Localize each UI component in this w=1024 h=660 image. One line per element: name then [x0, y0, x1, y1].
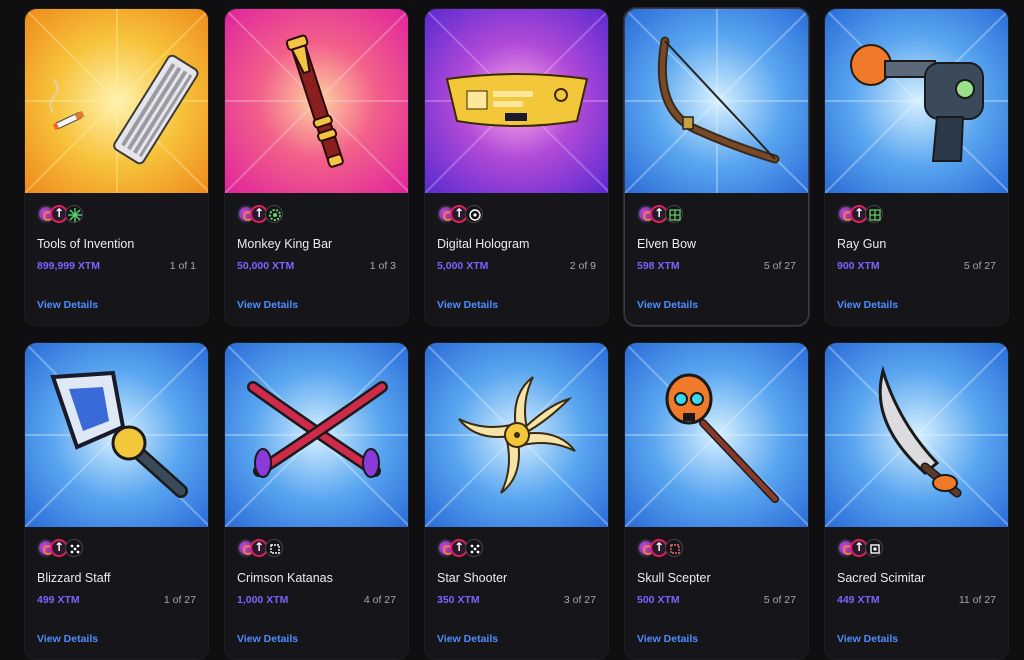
grid-icon [865, 205, 883, 223]
view-details-link[interactable]: View Details [37, 633, 98, 645]
item-artwork[interactable] [25, 343, 208, 527]
badge-row [437, 205, 497, 225]
item-price: 899,999 XTM [37, 260, 101, 272]
item-price: 449 XTM [837, 594, 880, 606]
item-card[interactable]: Skull Scepter 500 XTM 5 of 27 View Detai… [624, 342, 809, 660]
badge-row [37, 539, 97, 559]
badge-row [237, 539, 297, 559]
item-name: Monkey King Bar [237, 237, 333, 251]
item-artwork[interactable] [825, 9, 1008, 193]
view-details-link[interactable]: View Details [637, 633, 698, 645]
edition-count: 5 of 27 [963, 260, 996, 272]
item-price: 1,000 XTM [237, 594, 289, 606]
square-icon [865, 539, 883, 557]
item-card[interactable]: Star Shooter 350 XTM 3 of 27 View Detail… [424, 342, 609, 660]
item-card[interactable]: Elven Bow 598 XTM 5 of 27 View Details [624, 8, 809, 326]
badge-row [837, 539, 897, 559]
item-name: Sacred Scimitar [837, 571, 926, 585]
item-name: Star Shooter [437, 571, 508, 585]
edition-count: 1 of 27 [163, 594, 196, 606]
badge-row [637, 539, 697, 559]
item-card[interactable]: Crimson Katanas 1,000 XTM 4 of 27 View D… [224, 342, 409, 660]
sparkle-icon [65, 205, 83, 223]
hologram-visor-icon [445, 73, 589, 127]
item-price: 900 XTM [837, 260, 880, 272]
item-price: 5,000 XTM [437, 260, 489, 272]
view-details-link[interactable]: View Details [37, 299, 98, 311]
item-price: 350 XTM [437, 594, 480, 606]
item-artwork[interactable] [225, 343, 408, 527]
item-name: Tools of Invention [37, 237, 135, 251]
edition-count: 3 of 27 [563, 594, 596, 606]
item-name: Crimson Katanas [237, 571, 333, 585]
item-name: Skull Scepter [637, 571, 711, 585]
gear-icon [265, 205, 283, 223]
item-artwork[interactable] [25, 9, 208, 193]
badge-row [237, 205, 297, 225]
item-card[interactable]: Blizzard Staff 499 XTM 1 of 27 View Deta… [24, 342, 209, 660]
item-name: Blizzard Staff [37, 571, 111, 585]
item-price: 500 XTM [637, 594, 680, 606]
badge-row [637, 205, 697, 225]
view-details-link[interactable]: View Details [837, 299, 898, 311]
view-details-link[interactable]: View Details [637, 299, 698, 311]
view-details-link[interactable]: View Details [437, 299, 498, 311]
edition-count: 1 of 1 [169, 260, 196, 272]
target-icon [465, 205, 483, 223]
item-artwork[interactable] [625, 9, 808, 193]
item-price: 499 XTM [37, 594, 80, 606]
item-artwork[interactable] [825, 343, 1008, 527]
edition-count: 5 of 27 [763, 594, 796, 606]
item-artwork[interactable] [425, 9, 608, 193]
item-artwork[interactable] [425, 343, 608, 527]
view-details-link[interactable]: View Details [837, 633, 898, 645]
dots-icon [465, 539, 483, 557]
nft-grid: Tools of Invention 899,999 XTM 1 of 1 Vi… [24, 8, 1009, 660]
item-card[interactable]: Sacred Scimitar 449 XTM 11 of 27 View De… [824, 342, 1009, 660]
edition-count: 11 of 27 [958, 594, 996, 606]
grid-icon [665, 205, 683, 223]
square-icon [265, 539, 283, 557]
item-card[interactable]: Digital Hologram 5,000 XTM 2 of 9 View D… [424, 8, 609, 326]
item-card[interactable]: Ray Gun 900 XTM 5 of 27 View Details [824, 8, 1009, 326]
edition-count: 4 of 27 [363, 594, 396, 606]
view-details-link[interactable]: View Details [437, 633, 498, 645]
badge-row [37, 205, 97, 225]
item-artwork[interactable] [625, 343, 808, 527]
item-card[interactable]: Monkey King Bar 50,000 XTM 1 of 3 View D… [224, 8, 409, 326]
view-details-link[interactable]: View Details [237, 299, 298, 311]
item-name: Ray Gun [837, 237, 887, 251]
item-name: Elven Bow [637, 237, 697, 251]
item-price: 598 XTM [637, 260, 680, 272]
view-details-link[interactable]: View Details [237, 633, 298, 645]
badge-row [837, 205, 897, 225]
edition-count: 5 of 27 [763, 260, 796, 272]
item-card[interactable]: Tools of Invention 899,999 XTM 1 of 1 Vi… [24, 8, 209, 326]
badge-row [437, 539, 497, 559]
item-name: Digital Hologram [437, 237, 530, 251]
dots-icon [65, 539, 83, 557]
item-artwork[interactable] [225, 9, 408, 193]
edition-count: 2 of 9 [569, 260, 596, 272]
square-icon [665, 539, 683, 557]
edition-count: 1 of 3 [369, 260, 396, 272]
item-price: 50,000 XTM [237, 260, 295, 272]
